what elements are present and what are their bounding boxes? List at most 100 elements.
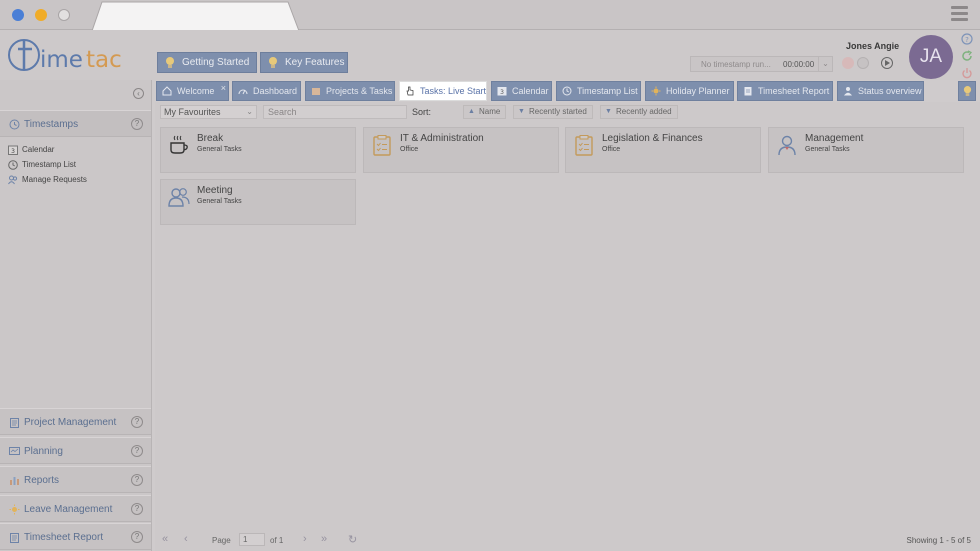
sort-recently-added-button[interactable]: ▼ Recently added bbox=[600, 105, 678, 119]
sidebar-section-label: Planning bbox=[24, 446, 63, 457]
hand-pointer-icon bbox=[406, 86, 414, 96]
key-features-label: Key Features bbox=[285, 57, 345, 68]
first-page-icon[interactable]: « bbox=[162, 533, 168, 545]
page-label: Page bbox=[212, 536, 231, 545]
coffee-cup-icon bbox=[170, 135, 188, 154]
collapse-sidebar-icon[interactable]: ‹ bbox=[133, 88, 144, 99]
avatar[interactable]: JA bbox=[909, 35, 953, 79]
chevron-down-icon: ⌄ bbox=[246, 107, 253, 116]
browser-menu-icon[interactable] bbox=[951, 6, 968, 23]
task-card-it-administration[interactable]: IT & Administration Office bbox=[363, 127, 559, 173]
sidebar-section-label: Project Management bbox=[24, 417, 117, 428]
tab-tasks-live-start[interactable]: Tasks: Live Start bbox=[399, 81, 487, 101]
tab-label: Timestamp List bbox=[577, 86, 638, 96]
window-maximize-dot[interactable] bbox=[58, 9, 70, 21]
task-card-subtitle: General Tasks bbox=[197, 146, 242, 153]
help-icon[interactable]: ? bbox=[131, 503, 143, 515]
power-icon[interactable] bbox=[961, 67, 973, 79]
sidebar-section-leave-management[interactable]: Leave Management ? bbox=[0, 495, 151, 522]
showing-count: Showing 1 - 5 of 5 bbox=[906, 536, 971, 545]
last-page-icon[interactable]: » bbox=[321, 533, 327, 545]
clipboard-icon bbox=[744, 87, 752, 96]
refresh-icon[interactable]: ↻ bbox=[348, 533, 357, 546]
tab-timestamp-list[interactable]: Timestamp List bbox=[556, 81, 641, 101]
window-minimize-dot[interactable] bbox=[35, 9, 47, 21]
pause-icon[interactable] bbox=[857, 57, 869, 69]
tab-welcome[interactable]: Welcome × bbox=[156, 81, 229, 101]
refresh-icon[interactable] bbox=[961, 50, 973, 62]
play-icon[interactable] bbox=[881, 57, 893, 69]
tab-timesheet-report[interactable]: Timesheet Report bbox=[737, 81, 833, 101]
user-name[interactable]: Jones Angie bbox=[846, 41, 899, 51]
tab-holiday-planner[interactable]: Holiday Planner bbox=[645, 81, 734, 101]
favourites-dropdown[interactable]: My Favourites ⌄ bbox=[160, 105, 257, 119]
sidebar-item-manage-requests[interactable]: Manage Requests bbox=[8, 174, 87, 186]
sidebar-section-timesheet-report[interactable]: Timesheet Report ? bbox=[0, 523, 151, 550]
task-card-break[interactable]: Break General Tasks bbox=[160, 127, 356, 173]
search-input[interactable] bbox=[263, 105, 407, 119]
timetac-logo: ime tac bbox=[8, 39, 122, 73]
getting-started-label: Getting Started bbox=[182, 57, 250, 68]
help-icon[interactable]: ? bbox=[131, 118, 143, 130]
task-card-management[interactable]: Management General Tasks bbox=[768, 127, 964, 173]
lightbulb-icon bbox=[963, 86, 972, 96]
timestamp-time: 00:00:00 bbox=[783, 60, 815, 69]
stop-icon[interactable] bbox=[842, 57, 854, 69]
sort-label: Sort: bbox=[412, 107, 432, 117]
planning-icon bbox=[9, 447, 20, 455]
gauge-icon bbox=[238, 89, 248, 95]
sort-recently-started-button[interactable]: ▼ Recently started bbox=[513, 105, 593, 119]
close-icon[interactable]: × bbox=[221, 79, 226, 97]
task-card-subtitle: General Tasks bbox=[197, 198, 242, 205]
sidebar-section-project-management[interactable]: Project Management ? bbox=[0, 408, 151, 435]
sidebar-item-timestamp-list[interactable]: Timestamp List bbox=[8, 159, 76, 171]
task-card-meeting[interactable]: Meeting General Tasks bbox=[160, 179, 356, 225]
help-icon[interactable]: ? bbox=[131, 474, 143, 486]
sort-name-button[interactable]: ▲ Name bbox=[463, 105, 507, 119]
help-icon[interactable]: ? bbox=[131, 445, 143, 457]
lightbulb-icon bbox=[269, 57, 277, 68]
app-header: ime tac Getting Started Key Features No … bbox=[0, 30, 980, 80]
browser-tab[interactable] bbox=[92, 1, 300, 32]
page-number-input[interactable]: 1 bbox=[239, 533, 265, 546]
svg-text:ime: ime bbox=[40, 47, 83, 73]
clipboard-list-icon bbox=[575, 135, 593, 156]
sidebar-item-calendar[interactable]: 3 Calendar bbox=[8, 144, 54, 156]
sort-recently-started-label: Recently started bbox=[529, 107, 587, 116]
tab-label: Status overview bbox=[858, 86, 922, 96]
tab-label: Projects & Tasks bbox=[326, 86, 393, 96]
help-icon[interactable]: ? bbox=[131, 416, 143, 428]
clock-icon bbox=[9, 119, 20, 130]
clock-icon bbox=[562, 86, 572, 96]
clock-icon bbox=[8, 160, 18, 170]
help-icon[interactable]: ? bbox=[131, 531, 143, 543]
sort-recently-added-label: Recently added bbox=[616, 107, 672, 116]
sidebar-section-timestamps[interactable]: Timestamps ? bbox=[0, 110, 151, 137]
clipboard-icon bbox=[10, 418, 19, 428]
previous-page-icon[interactable]: ‹ bbox=[184, 533, 188, 545]
browser-chrome bbox=[0, 0, 980, 32]
sidebar-section-label: Reports bbox=[24, 475, 60, 486]
tips-button[interactable] bbox=[958, 81, 976, 101]
tab-projects-tasks[interactable]: Projects & Tasks bbox=[305, 81, 395, 101]
tab-label: Dashboard bbox=[253, 86, 298, 96]
tab-dashboard[interactable]: Dashboard bbox=[232, 81, 301, 101]
sidebar-section-planning[interactable]: Planning ? bbox=[0, 437, 151, 464]
sidebar-section-reports[interactable]: Reports ? bbox=[0, 466, 151, 493]
getting-started-button[interactable]: Getting Started bbox=[157, 52, 257, 73]
task-card-title: IT & Administration bbox=[400, 133, 484, 144]
key-features-button[interactable]: Key Features bbox=[260, 52, 348, 73]
tab-label: Calendar bbox=[512, 86, 549, 96]
help-icon[interactable]: ? bbox=[961, 33, 973, 45]
tab-calendar[interactable]: 3 Calendar bbox=[491, 81, 552, 101]
chevron-down-icon[interactable]: ⌄ bbox=[818, 57, 832, 71]
tab-label: Tasks: Live Start bbox=[420, 86, 487, 96]
sidebar-item-label: Manage Requests bbox=[22, 175, 87, 184]
home-icon bbox=[162, 86, 172, 96]
window-close-dot[interactable] bbox=[12, 9, 24, 21]
task-card-legislation-finances[interactable]: Legislation & Finances Office bbox=[565, 127, 761, 173]
calendar-icon: 3 bbox=[497, 87, 507, 96]
next-page-icon[interactable]: › bbox=[303, 533, 307, 545]
timestamp-selector[interactable]: No timestamp run... 00:00:00 ⌄ bbox=[690, 56, 833, 72]
tab-status-overview[interactable]: Status overview bbox=[837, 81, 924, 101]
